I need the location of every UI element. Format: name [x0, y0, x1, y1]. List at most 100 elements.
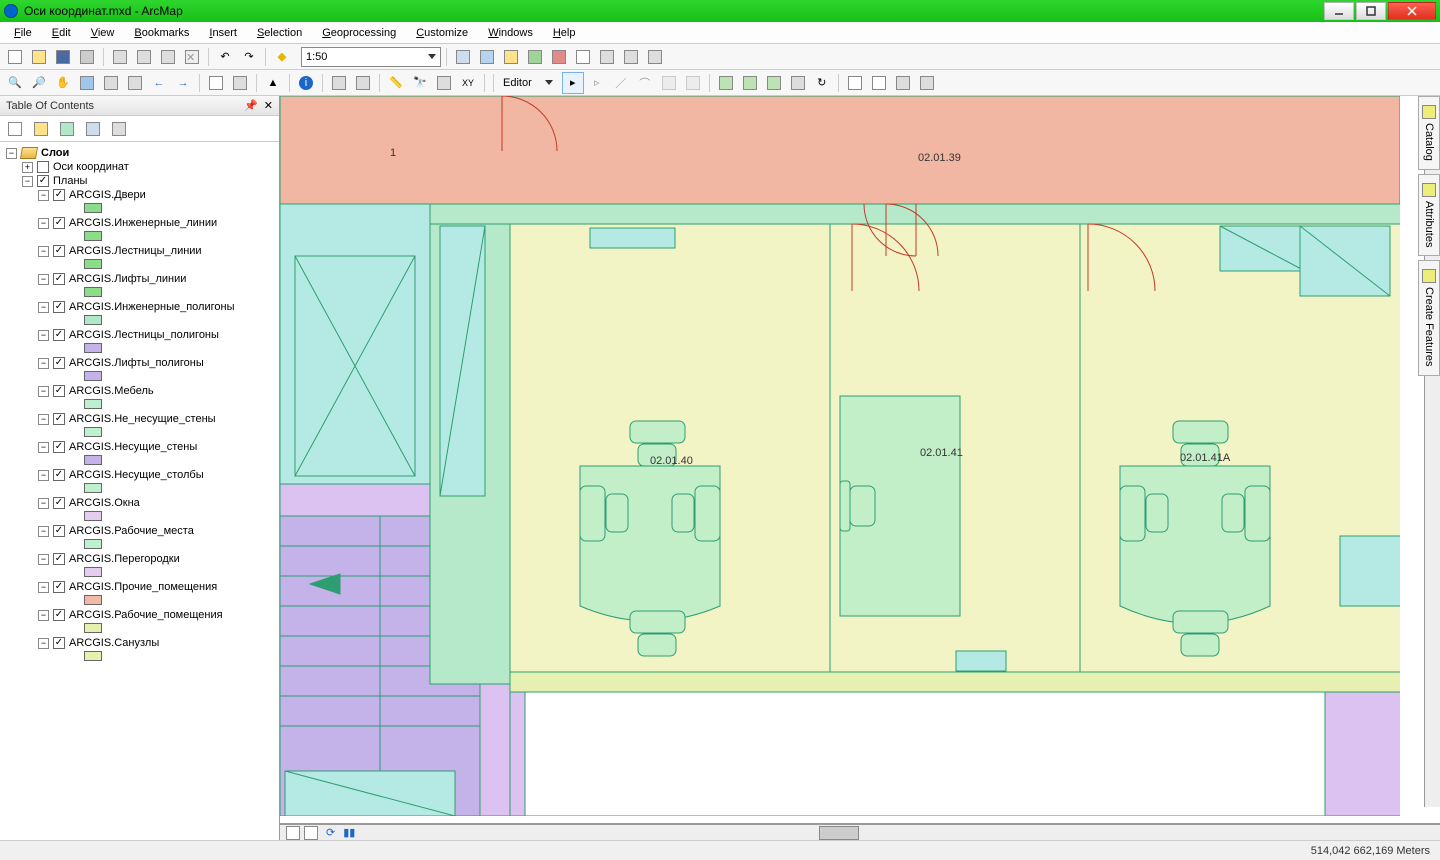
search-button[interactable] [524, 46, 546, 68]
layer-swatch[interactable] [84, 287, 102, 297]
menu-selection[interactable]: Selection [247, 25, 312, 41]
html-popup-button[interactable] [352, 72, 374, 94]
menu-bookmarks[interactable]: Bookmarks [124, 25, 199, 41]
expander-icon[interactable]: − [38, 386, 49, 397]
zoom-out-button[interactable]: 🔎 [28, 72, 50, 94]
editor-dropdown-button[interactable] [538, 72, 560, 94]
layer-checkbox[interactable] [37, 175, 49, 187]
expander-icon[interactable]: − [38, 442, 49, 453]
toc-layer[interactable]: −ARCGIS.Двери [2, 188, 277, 202]
table-of-contents-button[interactable] [476, 46, 498, 68]
layer-swatch[interactable] [84, 427, 102, 437]
layer-checkbox[interactable] [53, 497, 65, 509]
copy-button[interactable] [133, 46, 155, 68]
expander-icon[interactable]: − [38, 302, 49, 313]
edit-tool-button[interactable]: ▸ [562, 72, 584, 94]
full-extent-button[interactable] [76, 72, 98, 94]
edit-vertices-button[interactable] [715, 72, 737, 94]
toc-tree[interactable]: −Слои+Оси координат−Планы−ARCGIS.Двери−A… [0, 142, 279, 840]
toc-layer[interactable]: −ARCGIS.Мебель [2, 384, 277, 398]
list-by-selection-button[interactable] [82, 118, 104, 140]
expander-icon[interactable]: − [38, 638, 49, 649]
close-button[interactable] [1388, 2, 1436, 20]
end-point-arc-button[interactable]: ⌒ [634, 72, 656, 94]
layer-checkbox[interactable] [53, 525, 65, 537]
layer-checkbox[interactable] [53, 217, 65, 229]
back-extent-button[interactable]: ← [148, 72, 170, 94]
layer-swatch[interactable] [84, 343, 102, 353]
layer-checkbox[interactable] [53, 581, 65, 593]
model-builder-button[interactable] [596, 46, 618, 68]
layer-checkbox[interactable] [53, 329, 65, 341]
undo-button[interactable]: ↶ [214, 46, 236, 68]
expander-icon[interactable]: − [38, 582, 49, 593]
toc-layer[interactable]: −ARCGIS.Не_несущие_стены [2, 412, 277, 426]
python-button[interactable] [572, 46, 594, 68]
zoom-in-button[interactable]: 🔍 [4, 72, 26, 94]
maximize-button[interactable] [1356, 2, 1386, 20]
list-by-visibility-button[interactable] [56, 118, 78, 140]
expander-icon[interactable]: + [22, 162, 33, 173]
side-tab-catalog[interactable]: Catalog [1418, 96, 1440, 170]
expander-icon[interactable]: − [38, 470, 49, 481]
layer-swatch[interactable] [84, 567, 102, 577]
trace-button[interactable] [658, 72, 680, 94]
pan-button[interactable]: ✋ [52, 72, 74, 94]
find-button[interactable]: 🔭 [409, 72, 431, 94]
toc-autohide-button[interactable]: 📌 [244, 99, 258, 112]
select-features-button[interactable] [205, 72, 227, 94]
expander-icon[interactable]: − [38, 218, 49, 229]
expander-icon[interactable]: − [22, 176, 33, 187]
print-button[interactable] [76, 46, 98, 68]
delete-button[interactable]: ✕ [181, 46, 203, 68]
layer-checkbox[interactable] [53, 637, 65, 649]
toc-layer[interactable]: −ARCGIS.Несущие_стены [2, 440, 277, 454]
toc-layer[interactable]: −ARCGIS.Рабочие_помещения [2, 608, 277, 622]
layer-swatch[interactable] [84, 371, 102, 381]
refresh-button[interactable]: ⟳ [322, 826, 339, 839]
find-route-button[interactable] [433, 72, 455, 94]
forward-extent-button[interactable]: → [172, 72, 194, 94]
toc-layer[interactable]: +Оси координат [2, 160, 277, 174]
toc-layer[interactable]: −ARCGIS.Санузлы [2, 636, 277, 650]
edit-annotation-button[interactable]: ▹ [586, 72, 608, 94]
misc-button-2[interactable] [644, 46, 666, 68]
save-button[interactable] [52, 46, 74, 68]
layer-swatch[interactable] [84, 315, 102, 325]
side-tab-create-features[interactable]: Create Features [1418, 260, 1440, 375]
menu-view[interactable]: View [81, 25, 125, 41]
toc-layer[interactable]: −ARCGIS.Инженерные_линии [2, 216, 277, 230]
toc-layer[interactable]: −ARCGIS.Лифты_полигоны [2, 356, 277, 370]
data-view-button[interactable] [286, 826, 300, 840]
expander-icon[interactable]: − [38, 526, 49, 537]
misc-button-1[interactable] [620, 46, 642, 68]
toc-layer[interactable]: −ARCGIS.Рабочие_места [2, 524, 277, 538]
layer-checkbox[interactable] [53, 469, 65, 481]
layer-checkbox[interactable] [53, 189, 65, 201]
layer-swatch[interactable] [84, 259, 102, 269]
map-scale-select[interactable]: 1:50 [301, 47, 441, 67]
fixed-zoom-out-button[interactable] [124, 72, 146, 94]
layer-swatch[interactable] [84, 623, 102, 633]
toc-layer[interactable]: −ARCGIS.Окна [2, 496, 277, 510]
right-angle-button[interactable] [682, 72, 704, 94]
toc-layer[interactable]: −ARCGIS.Лифты_линии [2, 272, 277, 286]
expander-icon[interactable]: − [38, 498, 49, 509]
new-doc-button[interactable] [4, 46, 26, 68]
toc-layer[interactable]: −ARCGIS.Инженерные_полигоны [2, 300, 277, 314]
measure-button[interactable]: 📏 [385, 72, 407, 94]
layer-checkbox[interactable] [53, 441, 65, 453]
editor-dropdown2-button[interactable] [916, 72, 938, 94]
expander-icon[interactable]: − [6, 148, 17, 159]
menu-windows[interactable]: Windows [478, 25, 543, 41]
toc-layer[interactable]: −ARCGIS.Лестницы_полигоны [2, 328, 277, 342]
expander-icon[interactable]: − [38, 610, 49, 621]
cut-button[interactable] [109, 46, 131, 68]
toc-layer[interactable]: −ARCGIS.Перегородки [2, 552, 277, 566]
toc-layer[interactable]: −ARCGIS.Прочие_помещения [2, 580, 277, 594]
menu-file[interactable]: File [4, 25, 42, 41]
map-horizontal-scrollbar[interactable] [391, 826, 1410, 840]
create-features-button[interactable] [892, 72, 914, 94]
clear-selection-button[interactable] [229, 72, 251, 94]
straight-segment-button[interactable]: ／ [610, 72, 632, 94]
